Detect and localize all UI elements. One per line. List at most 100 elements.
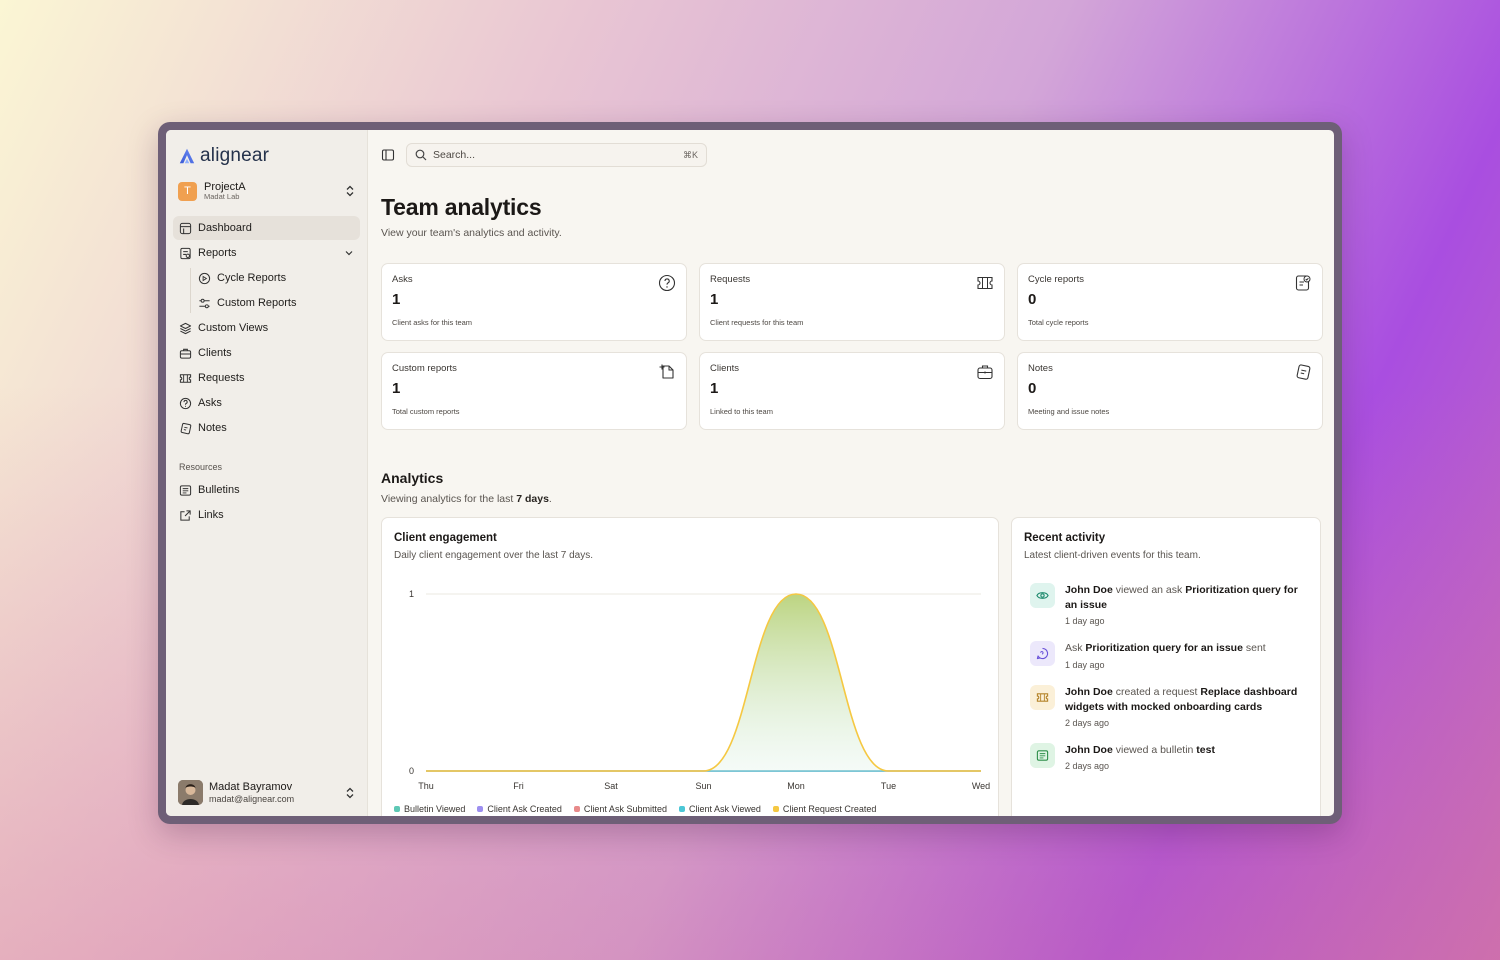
external-link-icon: [180, 509, 191, 521]
activity-object[interactable]: test: [1196, 744, 1215, 756]
legend-item[interactable]: Bulletin Viewed: [394, 804, 465, 814]
stat-card-custom-reports[interactable]: Custom reports 1 Total custom reports: [381, 352, 687, 430]
activity-subtitle: Latest client-driven events for this tea…: [1023, 550, 1201, 561]
stat-description: Total custom reports: [392, 407, 460, 416]
activity-tail: sent: [1245, 642, 1266, 655]
user-menu[interactable]: Madat Bayramov madat@alignear.com: [173, 780, 360, 805]
x-tick-label: Wed: [972, 781, 990, 791]
sidebar-item-label: Custom Reports: [217, 297, 297, 309]
stat-card-requests[interactable]: Requests 1 Client requests for this team: [699, 263, 1005, 341]
app-window-frame: alignear T ProjectA Madat Lab Dashboard …: [158, 122, 1342, 824]
legend-item[interactable]: Client Ask Submitted: [573, 804, 667, 814]
help-circle-icon: [658, 274, 676, 292]
sidebar-item-requests[interactable]: Requests: [173, 366, 360, 390]
analytics-subtitle-suffix: .: [548, 493, 552, 505]
activity-list: John Doe viewed an ask Prioritization qu…: [1024, 583, 1308, 774]
series-area: [426, 594, 981, 771]
legend-label: Client Ask Viewed: [688, 804, 761, 814]
stat-description: Total cycle reports: [1028, 318, 1089, 327]
sidebar-item-bulletins[interactable]: Bulletins: [173, 478, 360, 502]
sidebar-item-reports[interactable]: Reports: [173, 241, 360, 265]
activity-item[interactable]: John Doe viewed an ask Prioritization qu…: [1024, 583, 1308, 628]
stat-value: 1: [710, 380, 719, 397]
legend-swatch: [678, 806, 685, 812]
briefcase-icon: [977, 365, 993, 380]
search-input[interactable]: Search... ⌘K: [406, 143, 707, 167]
alignear-logo-icon: [179, 148, 195, 164]
stat-value: 1: [392, 291, 401, 308]
analytics-subtitle-prefix: Viewing analytics for the last: [381, 493, 514, 505]
legend-item[interactable]: Client Ask Created: [477, 804, 562, 814]
report-check-icon: [1295, 275, 1311, 291]
activity-item[interactable]: Ask Prioritization query for an issue se…: [1024, 641, 1308, 671]
stat-value: 0: [1028, 291, 1037, 308]
sidebar-item-label: Dashboard: [198, 222, 252, 234]
legend-swatch: [573, 806, 580, 812]
activity-time: 2 days ago: [1064, 718, 1110, 729]
activity-actor: John Doe: [1064, 584, 1113, 596]
user-email: madat@alignear.com: [209, 793, 295, 804]
project-switcher[interactable]: T ProjectA Madat Lab: [173, 178, 360, 204]
legend-label: Client Ask Created: [487, 804, 562, 814]
sidebar-toggle-icon[interactable]: [381, 148, 395, 162]
legend-label: Client Ask Submitted: [583, 804, 667, 814]
search-icon: [415, 149, 427, 161]
x-tick-label: Sun: [695, 781, 711, 791]
search-placeholder: Search...: [433, 149, 476, 161]
briefcase-icon: [179, 348, 192, 359]
legend-item[interactable]: Client Request Created: [772, 804, 876, 814]
search-shortcut: ⌘K: [682, 149, 698, 160]
stat-card-notes[interactable]: Notes 0 Meeting and issue notes: [1017, 352, 1323, 430]
y-tick-label: 0: [409, 766, 414, 776]
sidebar-item-custom-views[interactable]: Custom Views: [173, 316, 360, 340]
stat-card-cycle-reports[interactable]: Cycle reports 0 Total cycle reports: [1017, 263, 1323, 341]
brand-logo[interactable]: alignear: [173, 144, 360, 166]
activity-actor: John Doe: [1064, 685, 1113, 698]
sidebar: alignear T ProjectA Madat Lab Dashboard …: [166, 130, 368, 816]
stat-description: Client asks for this team: [392, 318, 473, 327]
topbar: Search... ⌘K: [381, 130, 1321, 180]
newspaper-icon: [179, 484, 192, 496]
activity-verb: viewed a bulletin: [1115, 744, 1194, 757]
sliders-icon: [199, 298, 210, 308]
ticket-icon: [179, 373, 192, 383]
activity-item[interactable]: John Doe viewed a bulletin test 2 days a…: [1024, 743, 1308, 773]
sidebar-item-custom-reports[interactable]: Custom Reports: [173, 291, 360, 315]
legend-item[interactable]: Client Ask Viewed: [678, 804, 761, 814]
sidebar-item-links[interactable]: Links: [173, 503, 360, 527]
activity-actor: John Doe: [1064, 744, 1113, 757]
y-tick-label: 1: [409, 589, 414, 599]
chevron-down-icon[interactable]: [344, 248, 354, 258]
activity-title: Recent activity: [1023, 532, 1106, 544]
legend-swatch: [772, 806, 779, 812]
activity-item[interactable]: John Doe created a request Replace dashb…: [1024, 684, 1308, 730]
stat-title: Notes: [1028, 363, 1053, 374]
page-title: Team analytics: [381, 194, 542, 220]
reports-icon: [180, 247, 191, 259]
sidebar-item-clients[interactable]: Clients: [173, 341, 360, 365]
stat-value: 1: [710, 291, 719, 308]
stat-title: Custom reports: [392, 363, 457, 374]
activity-time: 1 day ago: [1064, 616, 1105, 627]
stat-description: Client requests for this team: [710, 318, 804, 327]
sidebar-item-cycle-reports[interactable]: Cycle Reports: [173, 266, 360, 290]
activity-verb: viewed an ask: [1115, 584, 1183, 596]
sidebar-item-label: Bulletins: [198, 484, 240, 496]
layers-icon: [179, 322, 192, 334]
sidebar-item-asks[interactable]: Asks: [173, 391, 360, 415]
stat-description: Linked to this team: [710, 407, 773, 416]
notes-icon: [180, 422, 192, 434]
legend-swatch: [394, 806, 400, 812]
stat-card-asks[interactable]: Asks 1 Client asks for this team: [381, 263, 687, 341]
activity-verb: created a request: [1115, 685, 1198, 698]
analytics-subtitle: Viewing analytics for the last 7 days.: [381, 493, 1321, 505]
sidebar-item-dashboard[interactable]: Dashboard: [173, 216, 360, 240]
stat-card-clients[interactable]: Clients 1 Linked to this team: [699, 352, 1005, 430]
sidebar-item-notes[interactable]: Notes: [173, 416, 360, 440]
chart-title: Client engagement: [394, 532, 497, 544]
x-tick-label: Tue: [881, 781, 896, 791]
activity-object[interactable]: Prioritization query for an issue: [1085, 642, 1243, 654]
ticket-icon: [1036, 692, 1049, 702]
engagement-chart[interactable]: 0 1 Thu Fri Sat Sun Mon Tue Wed: [382, 578, 999, 816]
analytics-range: 7 days: [516, 493, 549, 505]
